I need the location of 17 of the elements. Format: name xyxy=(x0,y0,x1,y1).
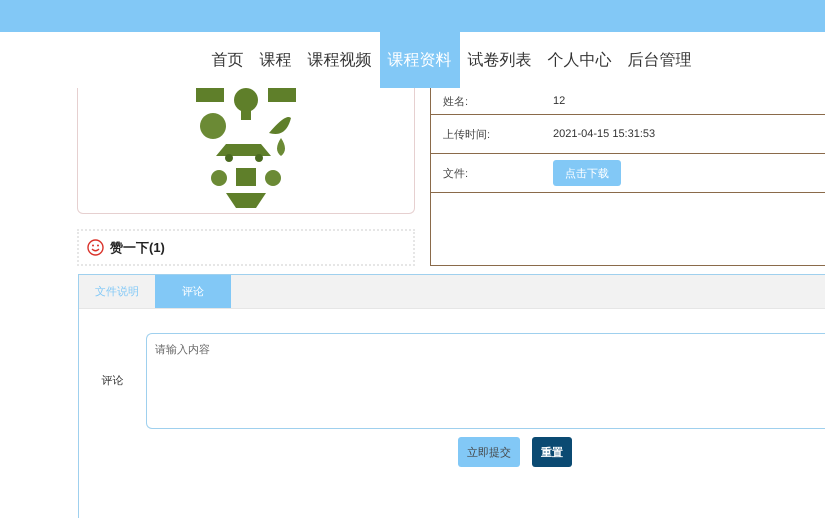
nav-item[interactable]: 课程 xyxy=(252,32,300,88)
reset-button[interactable]: 重置 xyxy=(532,437,572,467)
nav-item[interactable]: 首页 xyxy=(204,32,252,88)
field-label: 文件: xyxy=(443,166,470,180)
field-value: 2021-04-15 15:31:53 xyxy=(553,128,656,140)
like-count[interactable]: 赞一下(1) xyxy=(110,238,165,256)
nav-item[interactable]: 课程视频 xyxy=(300,32,380,88)
comment-label: 评论 xyxy=(100,374,124,388)
comment-input-field[interactable]: 请输入内容 xyxy=(146,333,825,429)
field-label: 上传时间: xyxy=(443,128,492,142)
submit-button[interactable]: 立即提交 xyxy=(458,437,520,467)
nav-item[interactable]: 后台管理 xyxy=(620,32,700,88)
field-label: 姓名: xyxy=(443,94,470,108)
field-value: 12 xyxy=(553,95,566,107)
nav-item[interactable]: 试卷列表 xyxy=(460,32,540,88)
smiley-icon[interactable] xyxy=(87,239,104,256)
nav-item[interactable]: 个人中心 xyxy=(540,32,620,88)
